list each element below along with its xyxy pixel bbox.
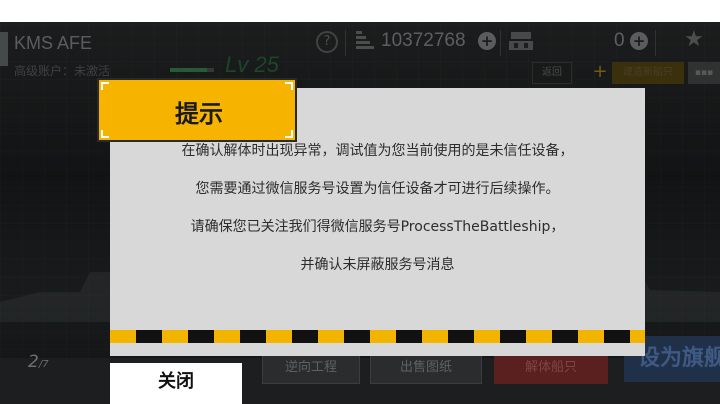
corner-bracket [101,130,109,138]
corner-bracket [285,82,293,90]
dismantle-ship-button[interactable]: 解体船只 [494,352,608,384]
corner-bracket [101,82,109,90]
hazard-stripe [110,330,645,343]
page-current: 2 [28,352,39,372]
dialog-message: 在确认解体时出现异常，调试值为您当前使用的是未信任设备， 您需要通过微信服务号设… [110,132,645,284]
dialog-title-tab: 提示 [97,78,297,142]
reverse-engineering-button[interactable]: 逆向工程 [262,352,360,384]
close-button[interactable]: 关闭 [110,363,242,404]
corner-bracket [285,130,293,138]
dialog-title: 提示 [175,100,223,128]
dialog-line: 并确认未屏蔽服务号消息 [300,257,455,273]
bottom-bar [0,358,720,404]
page-total: /7 [38,359,49,370]
page-indicator: 2/7 [28,352,49,372]
sell-blueprint-button[interactable]: 出售图纸 [370,352,482,384]
dialog-line: 您需要通过微信服务号设置为信任设备才可进行后续操作。 [195,181,560,197]
dialog-line: 请确保您已关注我们得微信服务号ProcessTheBattleship， [190,219,565,235]
